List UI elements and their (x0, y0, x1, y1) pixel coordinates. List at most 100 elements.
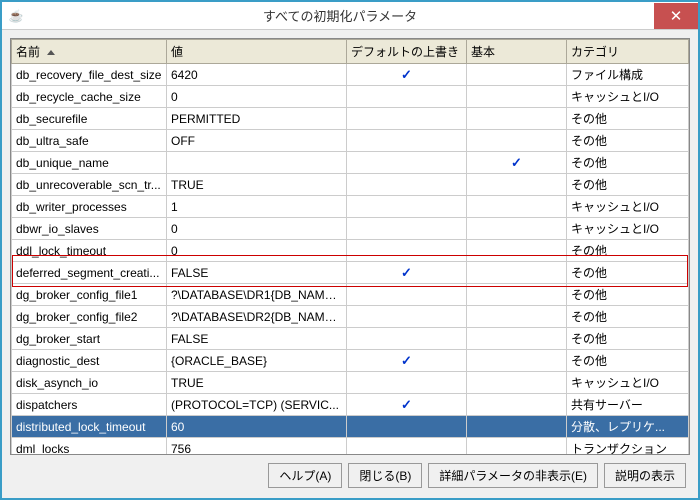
cell-category: その他 (567, 350, 689, 372)
cell-name: dg_broker_config_file1 (12, 284, 167, 306)
cell-value[interactable]: FALSE (167, 262, 347, 284)
cell-default-override: ✓ (347, 262, 467, 284)
cell-basic (467, 86, 567, 108)
cell-basic (467, 284, 567, 306)
cell-default-override (347, 152, 467, 174)
table-row[interactable]: db_unique_name✓その他 (12, 152, 689, 174)
col-header-category[interactable]: カテゴリ (567, 40, 689, 64)
col-header-value[interactable]: 値 (167, 40, 347, 64)
cell-category: 共有サーバー (567, 394, 689, 416)
cell-category: ファイル構成 (567, 64, 689, 86)
close-dialog-button[interactable]: 閉じる(B) (348, 463, 422, 488)
parameters-table: 名前 値 デフォルトの上書き 基本 カテゴリ db_recovery_file_… (11, 39, 689, 455)
table-row[interactable]: db_ultra_safeOFF その他 (12, 130, 689, 152)
cell-category: その他 (567, 152, 689, 174)
cell-value[interactable]: OFF (167, 130, 347, 152)
cell-default-override (347, 306, 467, 328)
cell-name: dml_locks (12, 438, 167, 456)
help-button[interactable]: ヘルプ(A) (268, 463, 342, 488)
cell-basic (467, 262, 567, 284)
cell-category: その他 (567, 130, 689, 152)
cell-default-override: ✓ (347, 394, 467, 416)
content-area: 名前 値 デフォルトの上書き 基本 カテゴリ db_recovery_file_… (2, 30, 698, 498)
table-row[interactable]: dg_broker_config_file1?\DATABASE\DR1{DB_… (12, 284, 689, 306)
cell-name: db_ultra_safe (12, 130, 167, 152)
table-row[interactable]: dg_broker_config_file2?\DATABASE\DR2{DB_… (12, 306, 689, 328)
cell-value[interactable]: 0 (167, 86, 347, 108)
cell-category: その他 (567, 174, 689, 196)
table-row[interactable]: diagnostic_dest{ORACLE_BASE}✓その他 (12, 350, 689, 372)
cell-default-override (347, 438, 467, 456)
hide-detail-params-button[interactable]: 詳細パラメータの非表示(E) (428, 463, 598, 488)
cell-basic (467, 438, 567, 456)
cell-value[interactable]: (PROTOCOL=TCP) (SERVIC... (167, 394, 347, 416)
table-row[interactable]: db_recovery_file_dest_size6420✓ファイル構成 (12, 64, 689, 86)
cell-name: db_recycle_cache_size (12, 86, 167, 108)
cell-basic (467, 306, 567, 328)
cell-value[interactable]: {ORACLE_BASE} (167, 350, 347, 372)
cell-value[interactable]: ?\DATABASE\DR1{DB_NAME... (167, 284, 347, 306)
table-row[interactable]: db_securefilePERMITTEDその他 (12, 108, 689, 130)
cell-default-override (347, 174, 467, 196)
table-row[interactable]: deferred_segment_creati...FALSE✓ その他 (12, 262, 689, 284)
sort-asc-icon (47, 50, 55, 55)
cell-basic (467, 64, 567, 86)
table-row[interactable]: dml_locks756トランザクション (12, 438, 689, 456)
col-header-basic[interactable]: 基本 (467, 40, 567, 64)
parameters-table-wrap: 名前 値 デフォルトの上書き 基本 カテゴリ db_recovery_file_… (10, 38, 690, 455)
cell-basic (467, 240, 567, 262)
java-icon: ☕ (6, 6, 26, 26)
cell-value[interactable]: 0 (167, 240, 347, 262)
table-row[interactable]: dispatchers(PROTOCOL=TCP) (SERVIC...✓ 共有サ… (12, 394, 689, 416)
cell-value[interactable]: 60 (167, 416, 347, 438)
cell-category: その他 (567, 262, 689, 284)
table-row[interactable]: db_recycle_cache_size0キャッシュとI/O (12, 86, 689, 108)
cell-name: distributed_lock_timeout (12, 416, 167, 438)
cell-value[interactable] (167, 152, 347, 174)
cell-value[interactable]: ?\DATABASE\DR2{DB_NAME... (167, 306, 347, 328)
cell-value[interactable]: 1 (167, 196, 347, 218)
close-button[interactable]: ✕ (654, 3, 698, 29)
cell-basic (467, 108, 567, 130)
col-header-name-label: 名前 (16, 45, 40, 59)
cell-name: dispatchers (12, 394, 167, 416)
cell-value[interactable]: 756 (167, 438, 347, 456)
cell-default-override (347, 284, 467, 306)
table-row[interactable]: disk_asynch_ioTRUEキャッシュとI/O (12, 372, 689, 394)
cell-value[interactable]: 0 (167, 218, 347, 240)
cell-basic (467, 196, 567, 218)
cell-category: キャッシュとI/O (567, 196, 689, 218)
cell-default-override (347, 372, 467, 394)
cell-name: db_securefile (12, 108, 167, 130)
cell-basic (467, 328, 567, 350)
cell-value[interactable]: TRUE (167, 372, 347, 394)
cell-value[interactable]: 6420 (167, 64, 347, 86)
table-row[interactable]: db_writer_processes1キャッシュとI/O (12, 196, 689, 218)
table-row[interactable]: db_unrecoverable_scn_tr...TRUEその他 (12, 174, 689, 196)
cell-value[interactable]: PERMITTED (167, 108, 347, 130)
table-row[interactable]: dg_broker_startFALSEその他 (12, 328, 689, 350)
dialog-window: ☕ すべての初期化パラメータ ✕ 名前 (0, 0, 700, 500)
show-description-button[interactable]: 説明の表示 (604, 463, 686, 488)
cell-value[interactable]: FALSE (167, 328, 347, 350)
table-row[interactable]: ddl_lock_timeout0その他 (12, 240, 689, 262)
table-row[interactable]: distributed_lock_timeout60分散、レプリケ... (12, 416, 689, 438)
cell-default-override (347, 416, 467, 438)
cell-basic (467, 350, 567, 372)
cell-default-override: ✓ (347, 350, 467, 372)
col-header-name[interactable]: 名前 (12, 40, 167, 64)
cell-name: db_unique_name (12, 152, 167, 174)
cell-default-override: ✓ (347, 64, 467, 86)
cell-default-override (347, 196, 467, 218)
window-title: すべての初期化パラメータ (26, 6, 654, 25)
table-row[interactable]: dbwr_io_slaves0キャッシュとI/O (12, 218, 689, 240)
col-header-default-override[interactable]: デフォルトの上書き (347, 40, 467, 64)
cell-name: disk_asynch_io (12, 372, 167, 394)
table-inner: 名前 値 デフォルトの上書き 基本 カテゴリ db_recovery_file_… (11, 39, 689, 455)
titlebar: ☕ すべての初期化パラメータ ✕ (2, 2, 698, 30)
cell-value[interactable]: TRUE (167, 174, 347, 196)
table-body: db_recovery_file_dest_size6420✓ファイル構成db_… (12, 64, 689, 456)
button-row: ヘルプ(A) 閉じる(B) 詳細パラメータの非表示(E) 説明の表示 (10, 455, 690, 490)
cell-name: deferred_segment_creati... (12, 262, 167, 284)
cell-name: dbwr_io_slaves (12, 218, 167, 240)
